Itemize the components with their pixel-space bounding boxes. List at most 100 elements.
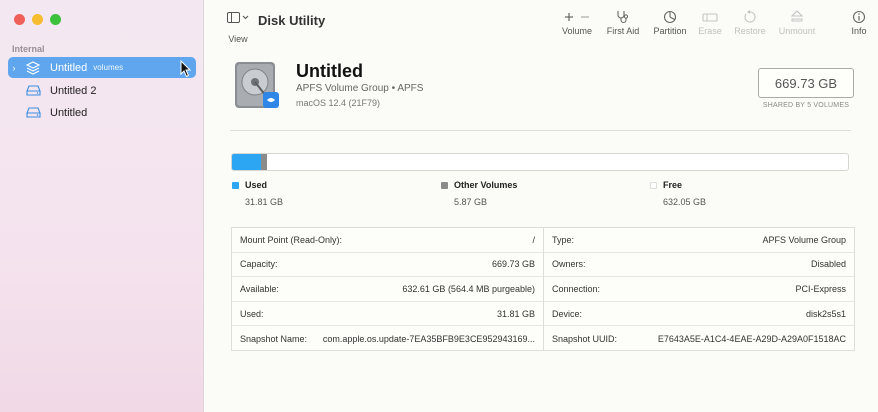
info-value: E7643A5E-A1C4-4EAE-A29D-A29A0F1518AC bbox=[657, 333, 846, 344]
erase-icon bbox=[695, 8, 725, 26]
info-icon bbox=[845, 8, 873, 26]
legend-value: 31.81 GB bbox=[245, 197, 284, 207]
unmount-label: Unmount bbox=[778, 26, 816, 36]
legend-label: Free bbox=[663, 180, 683, 190]
restore-label: Restore bbox=[734, 26, 766, 36]
sidebar-item-label: Untitled 2 bbox=[50, 84, 97, 97]
unmount-button[interactable]: Unmount bbox=[775, 8, 819, 36]
info-value: APFS Volume Group bbox=[762, 234, 846, 245]
restore-icon bbox=[731, 8, 769, 26]
shared-volumes-label: SHARED BY 5 VOLUMES bbox=[762, 102, 850, 109]
volume-label: Volume bbox=[561, 26, 593, 36]
plus-minus-icon bbox=[557, 8, 597, 26]
layers-icon bbox=[24, 60, 42, 75]
usage-bar-other bbox=[261, 154, 267, 170]
legend-value: 632.05 GB bbox=[663, 197, 707, 207]
partition-icon bbox=[649, 8, 691, 26]
disk-image-icon bbox=[233, 60, 281, 117]
info-column-left: Mount Point (Read-Only): / Capacity: 669.73… bbox=[232, 228, 543, 351]
info-row: Snapshot Name: com.apple.os.update-7EA35B… bbox=[232, 326, 543, 351]
info-row: Connection: PCI-Express bbox=[544, 277, 854, 302]
toolbar: View Disk Utility Volume First Aid Parti… bbox=[205, 0, 878, 48]
usage-bar bbox=[231, 153, 849, 171]
info-value: 669.73 GB bbox=[491, 259, 535, 270]
legend-label: Used bbox=[245, 180, 268, 190]
info-value: 31.81 GB bbox=[496, 308, 535, 319]
info-key: Snapshot Name: bbox=[240, 333, 308, 344]
sidebar-toggle-icon bbox=[227, 10, 249, 27]
minimize-window-button[interactable] bbox=[32, 14, 43, 25]
first-aid-label: First Aid bbox=[606, 26, 640, 36]
divider bbox=[230, 130, 851, 131]
erase-button[interactable]: Erase bbox=[695, 8, 725, 36]
info-row: Capacity: 669.73 GB bbox=[232, 253, 543, 278]
info-table: Mount Point (Read-Only): / Capacity: 669.73… bbox=[231, 227, 855, 351]
sidebar-item-label: Untitled bbox=[50, 61, 88, 74]
info-key: Device: bbox=[552, 308, 583, 319]
drive-icon bbox=[24, 106, 42, 120]
partition-label: Partition bbox=[653, 26, 687, 36]
legend-other-volumes: Other Volumes 5.87 GB bbox=[441, 180, 517, 207]
view-button[interactable]: View bbox=[223, 10, 253, 44]
volume-type: APFS Volume Group • APFS bbox=[296, 83, 424, 94]
usage-bar-used bbox=[232, 154, 262, 170]
sidebar-item-untitled-2[interactable]: Untitled 2 bbox=[8, 80, 196, 101]
sidebar-item-untitled[interactable]: Untitled bbox=[8, 102, 196, 123]
info-button[interactable]: Info bbox=[845, 8, 873, 36]
info-row: Type: APFS Volume Group bbox=[544, 228, 854, 253]
volume-os: macOS 12.4 (21F79) bbox=[296, 98, 381, 108]
info-row: Device: disk2s5s1 bbox=[544, 302, 854, 327]
info-value: com.apple.os.update-7EA35BFB9E3CE9529431… bbox=[322, 333, 535, 344]
sidebar-item-untitled-volumes[interactable]: › Untitled volumes bbox=[8, 57, 196, 78]
sidebar-section-label: Internal bbox=[12, 44, 45, 54]
legend-free: Free 632.05 GB bbox=[650, 180, 706, 207]
main-content: Untitled APFS Volume Group • APFS macOS … bbox=[205, 48, 878, 412]
legend-swatch bbox=[650, 181, 657, 189]
restore-button[interactable]: Restore bbox=[731, 8, 769, 36]
info-label: Info bbox=[851, 26, 867, 36]
drive-icon bbox=[24, 84, 42, 98]
stethoscope-icon bbox=[603, 8, 643, 26]
info-key: Type: bbox=[552, 234, 575, 245]
legend-swatch bbox=[232, 181, 239, 189]
info-key: Connection: bbox=[552, 283, 601, 294]
legend-used: Used 31.81 GB bbox=[232, 180, 283, 207]
first-aid-button[interactable]: First Aid bbox=[603, 8, 643, 36]
info-row: Owners: Disabled bbox=[544, 253, 854, 278]
info-row: Snapshot UUID: E7643A5E-A1C4-4EAE-A29D-A2… bbox=[544, 326, 854, 351]
info-key: Available: bbox=[240, 283, 279, 294]
legend-label: Other Volumes bbox=[454, 180, 518, 190]
info-key: Used: bbox=[240, 308, 264, 319]
sidebar-item-sublabel: volumes bbox=[93, 63, 124, 72]
info-key: Owners: bbox=[552, 259, 586, 270]
sidebar: Internal › Untitled volumes Untitled 2 U… bbox=[0, 0, 204, 412]
window-title: Disk Utility bbox=[258, 13, 326, 28]
info-key: Snapshot UUID: bbox=[552, 333, 618, 344]
info-row: Mount Point (Read-Only): / bbox=[232, 228, 543, 253]
erase-label: Erase bbox=[698, 26, 722, 36]
info-column-right: Type: APFS Volume Group Owners: Disabled Con… bbox=[543, 228, 854, 351]
view-label: View bbox=[228, 34, 248, 44]
info-row: Available: 632.61 GB (564.4 MB purgeable) bbox=[232, 277, 543, 302]
info-value: 632.61 GB (564.4 MB purgeable) bbox=[402, 283, 535, 294]
volume-name: Untitled bbox=[296, 61, 363, 81]
info-row: Used: 31.81 GB bbox=[232, 302, 543, 327]
mouse-pointer-icon bbox=[180, 59, 192, 83]
info-value: PCI-Express bbox=[795, 283, 846, 294]
close-window-button[interactable] bbox=[14, 14, 25, 25]
window-controls bbox=[14, 14, 61, 25]
info-value: disk2s5s1 bbox=[805, 308, 846, 319]
sidebar-item-label: Untitled bbox=[50, 106, 88, 119]
legend-value: 5.87 GB bbox=[454, 197, 488, 207]
partition-button[interactable]: Partition bbox=[649, 8, 691, 36]
volume-button[interactable]: Volume bbox=[557, 8, 597, 36]
info-value: Disabled bbox=[810, 259, 846, 270]
unmount-icon bbox=[775, 8, 819, 26]
legend-swatch bbox=[441, 181, 448, 189]
chevron-right-icon[interactable]: › bbox=[8, 63, 20, 73]
capacity-box: 669.73 GB bbox=[758, 68, 854, 98]
info-key: Mount Point (Read-Only): bbox=[240, 234, 343, 245]
info-value: / bbox=[532, 234, 535, 245]
zoom-window-button[interactable] bbox=[50, 14, 61, 25]
info-key: Capacity: bbox=[240, 259, 278, 270]
